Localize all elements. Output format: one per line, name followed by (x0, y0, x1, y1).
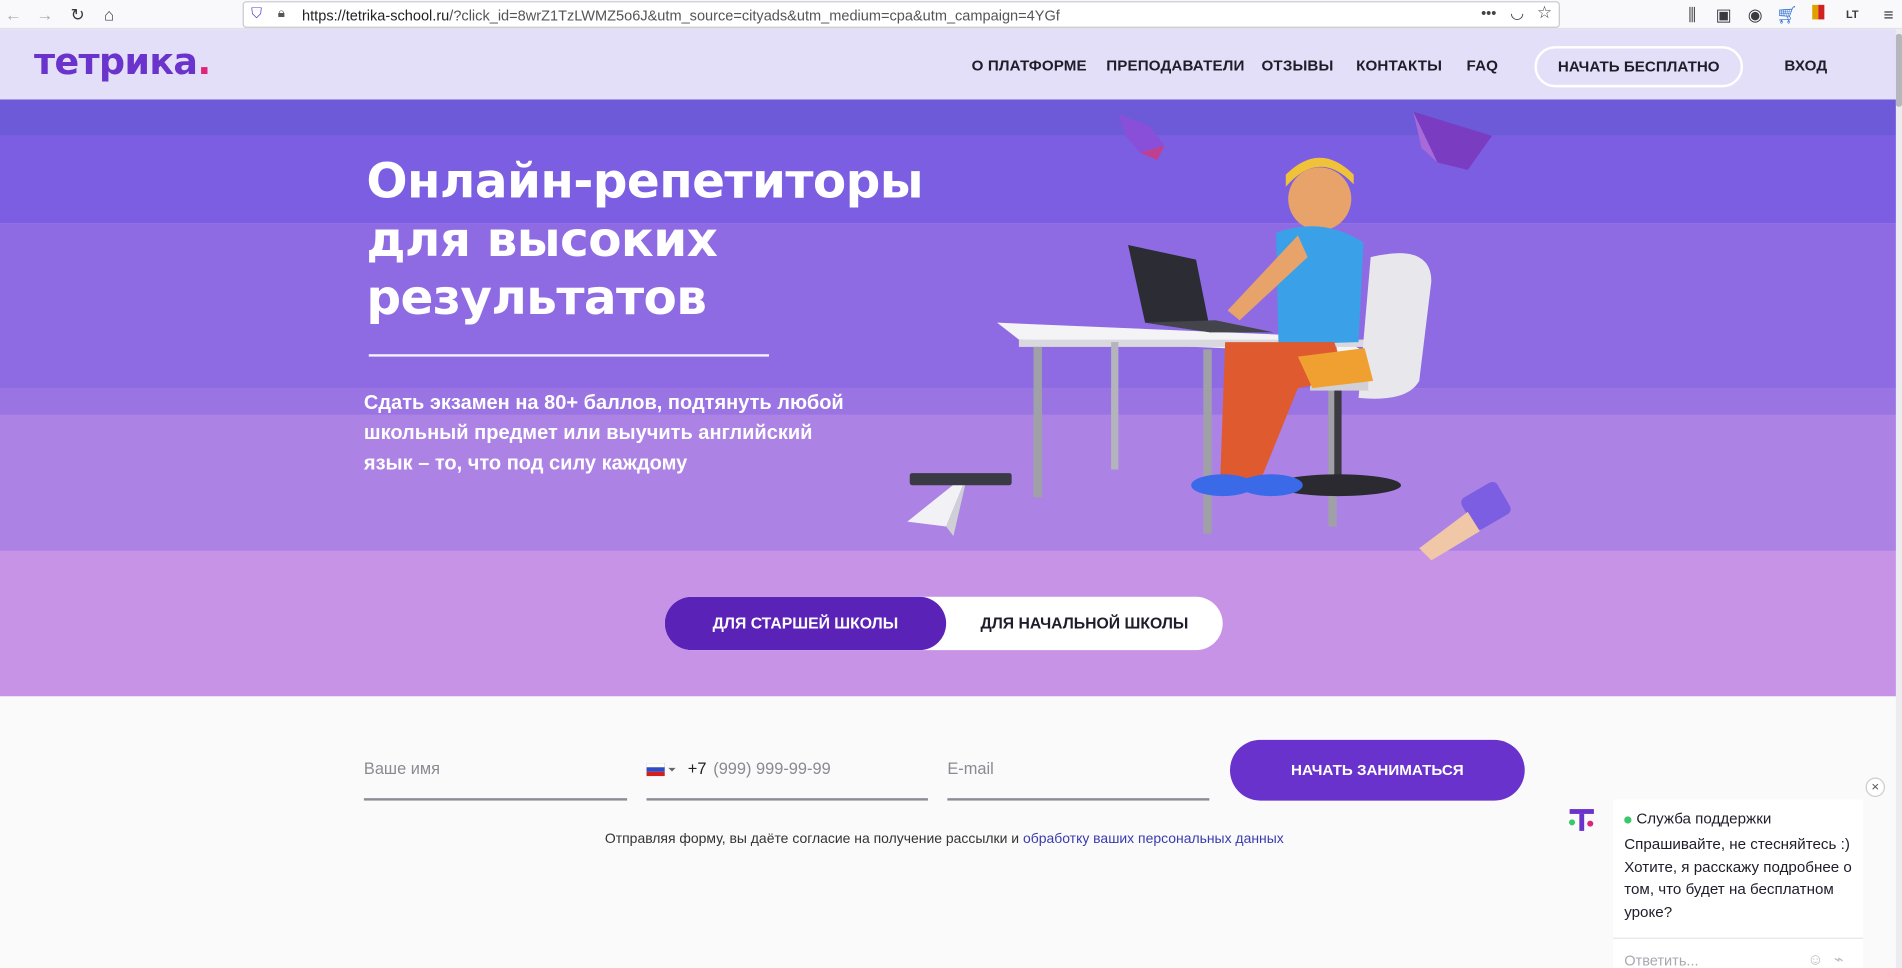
phone-placeholder: (999) 999-99-99 (713, 759, 831, 778)
more-icon[interactable]: ••• (1481, 5, 1496, 22)
logo[interactable]: тетрика. (34, 41, 211, 83)
consent-text: Отправляя форму, вы даёте согласие на по… (364, 832, 1525, 847)
flag-icon[interactable] (1807, 4, 1829, 26)
hero-subtitle: Сдать экзамен на 80+ баллов, подтянуть л… (363, 391, 844, 475)
email-placeholder: E-mail (947, 759, 994, 778)
scrollbar-thumb[interactable] (1895, 33, 1902, 107)
hero-divider (368, 354, 770, 357)
start-free-button[interactable]: НАЧАТЬ БЕСПЛАТНО (1534, 46, 1744, 88)
attach-icon[interactable]: ⌁ (1834, 950, 1843, 968)
back-icon[interactable]: ← (2, 4, 24, 26)
pointing-hand-icon (1419, 481, 1511, 561)
chat-message: Спрашивайте, не стесняйтесь :) Хотите, я… (1624, 835, 1852, 921)
phone-code: +7 (687, 759, 707, 778)
school-level-toggle: ДЛЯ СТАРШЕЙ ШКОЛЫ ДЛЯ НАЧАЛЬНОЙ ШКОЛЫ (664, 596, 1223, 651)
nav-contacts[interactable]: КОНТАКТЫ (1356, 57, 1442, 74)
nav-faq[interactable]: FAQ (1467, 57, 1499, 74)
nav-about[interactable]: О ПЛАТФОРМЕ (972, 57, 1087, 74)
page: ← → ↻ ⌂ ⛉ 🔒︎ https://tetrika-school.ru/?… (0, 0, 1902, 968)
cart-icon[interactable]: 🛒︎ (1776, 4, 1798, 26)
chat-close-icon[interactable]: × (1865, 777, 1886, 797)
hero-section: Онлайн-репетиторы для высоких результато… (0, 99, 1896, 697)
consent-label: Отправляя форму, вы даёте согласие на по… (604, 832, 1023, 847)
emoji-icon[interactable]: ☺ (1807, 950, 1823, 968)
logo-dot: . (197, 41, 211, 84)
nav-teachers[interactable]: ПРЕПОДАВАТЕЛИ (1106, 57, 1244, 74)
home-icon[interactable]: ⌂ (98, 4, 120, 26)
login-link[interactable]: ВХОД (1784, 57, 1827, 74)
scrollbar[interactable] (1895, 29, 1902, 968)
account-icon[interactable]: ◉ (1744, 4, 1766, 26)
logo-text: тетрика (33, 41, 198, 84)
chat-avatar-icon (1567, 805, 1596, 840)
phone-field[interactable]: +7 (999) 999-99-99 (646, 740, 928, 801)
senior-school-button[interactable]: ДЛЯ СТАРШЕЙ ШКОЛЫ (664, 596, 947, 651)
crystal-small-icon (1118, 114, 1165, 161)
paper-plane-icon (907, 473, 1012, 537)
shield-icon[interactable]: ⛉ (251, 5, 262, 23)
hero-title: Онлайн-репетиторы для высоких результато… (366, 154, 923, 327)
star-icon[interactable]: ☆ (1537, 2, 1552, 23)
browser-toolbar: ← → ↻ ⌂ ⛉ 🔒︎ https://tetrika-school.ru/?… (0, 0, 1902, 30)
nav-reviews[interactable]: ОТЗЫВЫ (1262, 57, 1334, 74)
chat-title: Служба поддержки (1636, 810, 1772, 828)
crystal-large-icon (1413, 111, 1492, 170)
sidebar-icon[interactable]: ▣ (1713, 4, 1735, 26)
name-field[interactable]: Ваше имя (363, 740, 628, 801)
url-host: https://tetrika-school.ru (302, 7, 450, 25)
russia-flag-icon[interactable] (646, 761, 676, 783)
reload-icon[interactable]: ↻ (67, 4, 89, 26)
pocket-icon[interactable]: ◡ (1510, 4, 1524, 23)
menu-icon[interactable]: ≡ (1878, 4, 1900, 26)
lt-icon[interactable]: LT (1841, 4, 1863, 26)
url-text[interactable]: https://tetrika-school.ru/?click_id=8wrZ… (302, 7, 1060, 24)
forward-icon[interactable]: → (34, 4, 56, 26)
url-bar[interactable]: ⛉ 🔒︎ https://tetrika-school.ru/?click_id… (242, 1, 1560, 28)
name-placeholder: Ваше имя (363, 759, 440, 778)
url-path: /?click_id=8wrZ1TzLWMZ5o6J&utm_source=ci… (449, 7, 1060, 25)
start-learning-button[interactable]: НАЧАТЬ ЗАНИМАТЬСЯ (1229, 739, 1525, 801)
privacy-link[interactable]: обработку ваших персональных данных (1023, 832, 1284, 847)
site-header: тетрика. О ПЛАТФОРМЕ ПРЕПОДАВАТЕЛИ ОТЗЫВ… (0, 29, 1896, 100)
library-icon[interactable]: ⫼ (1681, 4, 1703, 26)
online-indicator (1624, 816, 1632, 824)
junior-school-button[interactable]: ДЛЯ НАЧАЛЬНОЙ ШКОЛЫ (946, 597, 1223, 650)
email-field[interactable]: E-mail (947, 740, 1210, 801)
chat-input-placeholder: Ответить... (1624, 952, 1699, 968)
hero-illustration (907, 111, 1511, 561)
lock-icon[interactable]: 🔒︎ (278, 6, 285, 22)
